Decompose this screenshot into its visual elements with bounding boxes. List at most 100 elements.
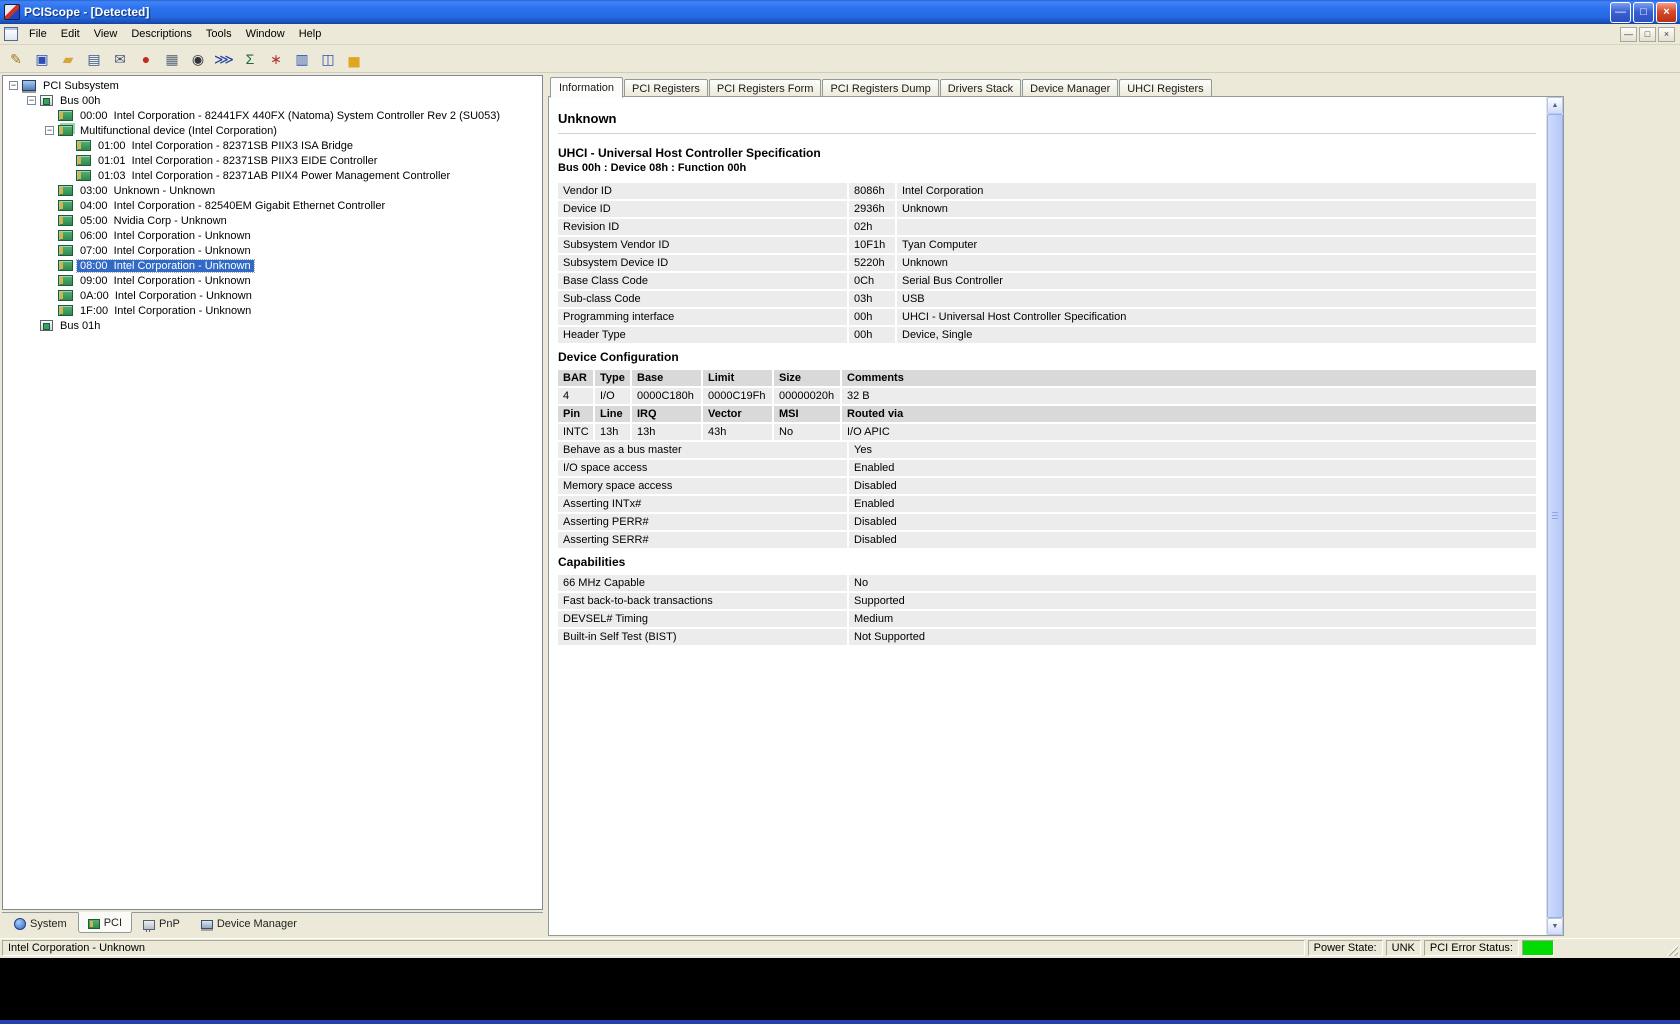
subsystem-tab[interactable]: PnP	[133, 913, 190, 934]
menu-item[interactable]: Window	[239, 24, 292, 44]
tree-item[interactable]: Multifunctional device (Intel Corporatio…	[3, 123, 542, 138]
titlebar[interactable]: PCIScope - [Detected] — □ ×	[0, 0, 1680, 24]
menu-item[interactable]: Help	[292, 24, 329, 44]
tree-item[interactable]: PCI Subsystem	[3, 78, 542, 93]
resize-grip[interactable]	[1664, 942, 1678, 956]
registers-icon[interactable]: Σ	[238, 47, 262, 70]
tree-item[interactable]: 09:00 Intel Corporation - Unknown	[3, 273, 542, 288]
tree-view-icon[interactable]: ∗	[264, 47, 288, 70]
info-label: Base Class Code	[558, 273, 847, 289]
tree-item[interactable]: 08:00 Intel Corporation - Unknown	[3, 258, 542, 273]
expand-toggle-icon[interactable]	[27, 96, 36, 105]
document-icon[interactable]	[4, 27, 18, 41]
record-icon[interactable]: ●	[134, 47, 158, 70]
cell: 13h	[632, 424, 701, 440]
tree-item[interactable]: 01:03 Intel Corporation - 82371AB PIIX4 …	[3, 168, 542, 183]
device-icon	[58, 275, 73, 286]
view-tab[interactable]: Information	[550, 77, 623, 98]
info-value: 00h	[849, 309, 895, 325]
tree-item[interactable]: 00:00 Intel Corporation - 82441FX 440FX …	[3, 108, 542, 123]
send-mail-icon[interactable]: ✉	[108, 47, 132, 70]
tree-item[interactable]: 01:00 Intel Corporation - 82371SB PIIX3 …	[3, 138, 542, 153]
copy-icon[interactable]: ▤	[82, 47, 106, 70]
info-description: UHCI - Universal Host Controller Specifi…	[897, 309, 1536, 325]
info-value: 10F1h	[849, 237, 895, 253]
tree-item[interactable]: Bus 01h	[3, 318, 542, 333]
vertical-scrollbar	[1546, 97, 1563, 935]
tree-item[interactable]: Bus 00h	[3, 93, 542, 108]
menu-item[interactable]: Descriptions	[124, 24, 199, 44]
cell: 43h	[703, 424, 772, 440]
view-tab[interactable]: PCI Registers	[624, 79, 708, 97]
tree-item-label: PCI Subsystem	[40, 80, 122, 92]
main-area: PCI Subsystem Bus 00h 00:00 Intel Cor	[0, 73, 1680, 938]
device-icon	[58, 185, 73, 196]
expand-toggle-icon[interactable]	[45, 126, 54, 135]
view-tab[interactable]: PCI Registers Form	[709, 79, 822, 97]
window-icon[interactable]: ◫	[316, 47, 340, 70]
open-icon[interactable]: ▰	[56, 47, 80, 70]
col-header: BAR	[558, 370, 593, 386]
tree-item[interactable]: 06:00 Intel Corporation - Unknown	[3, 228, 542, 243]
grid-icon[interactable]: ▦	[160, 47, 184, 70]
power-state-label: Power State:	[1308, 940, 1383, 956]
device-icon	[58, 200, 73, 211]
info-value: 03h	[849, 291, 895, 307]
view-tab[interactable]: UHCI Registers	[1119, 79, 1211, 97]
compare-icon[interactable]: ⋙	[212, 47, 236, 70]
tree-item[interactable]: 03:00 Unknown - Unknown	[3, 183, 542, 198]
device-subtitle: UHCI - Universal Host Controller Specifi…	[558, 146, 1536, 160]
flag-value: Disabled	[849, 514, 1536, 530]
col-header: Pin	[558, 406, 593, 422]
col-header: Routed via	[842, 406, 1536, 422]
device-info-table: Vendor ID 8086h Intel Corporation Device…	[558, 183, 1536, 343]
tab-label: PnP	[159, 918, 180, 930]
view-tab[interactable]: Drivers Stack	[940, 79, 1021, 97]
tree-item[interactable]: 0A:00 Intel Corporation - Unknown	[3, 288, 542, 303]
scroll-up-icon[interactable]	[1547, 97, 1563, 114]
tree-item[interactable]: 07:00 Intel Corporation - Unknown	[3, 243, 542, 258]
view-tab[interactable]: Device Manager	[1022, 79, 1118, 97]
tree-item[interactable]: 1F:00 Intel Corporation - Unknown	[3, 303, 542, 318]
menu-item[interactable]: Tools	[199, 24, 239, 44]
info-value: 5220h	[849, 255, 895, 271]
preview-icon[interactable]: ◉	[186, 47, 210, 70]
device-icon	[58, 110, 73, 121]
view-tab[interactable]: PCI Registers Dump	[822, 79, 938, 97]
capability-value: Not Supported	[849, 629, 1536, 645]
menu-item[interactable]: Edit	[54, 24, 87, 44]
expand-toggle-icon[interactable]	[9, 81, 18, 90]
scrollbar-thumb[interactable]	[1547, 114, 1563, 918]
mdi-restore-button[interactable]: □	[1639, 27, 1656, 42]
cell: I/O APIC	[842, 424, 1536, 440]
scroll-down-icon[interactable]	[1547, 918, 1563, 935]
close-button[interactable]: ×	[1656, 2, 1677, 23]
menu-item[interactable]: File	[22, 24, 54, 44]
tree-item[interactable]: 05:00 Nvidia Corp - Unknown	[3, 213, 542, 228]
mdi-close-button[interactable]: ×	[1658, 27, 1675, 42]
window-controls: — □ ×	[1610, 2, 1677, 23]
info-value: 8086h	[849, 183, 895, 199]
minimize-button[interactable]: —	[1610, 2, 1631, 23]
save-icon[interactable]: ▣	[30, 47, 54, 70]
capability-row: 66 MHz Capable No	[558, 575, 1536, 591]
view-tab-label: Device Manager	[1030, 83, 1110, 95]
columns-icon[interactable]: ▥	[290, 47, 314, 70]
mdi-minimize-button[interactable]: —	[1620, 27, 1637, 42]
subsystem-tab[interactable]: System	[4, 913, 77, 934]
device-icon	[58, 290, 73, 301]
menu-item[interactable]: View	[87, 24, 125, 44]
maximize-button[interactable]: □	[1633, 2, 1654, 23]
tree-item[interactable]: 01:01 Intel Corporation - 82371SB PIIX3 …	[3, 153, 542, 168]
chart-icon[interactable]: ▅	[342, 47, 366, 70]
device-icon	[58, 125, 73, 136]
subsystem-tab[interactable]: Device Manager	[191, 913, 307, 934]
capability-label: Built-in Self Test (BIST)	[558, 629, 847, 645]
col-header: IRQ	[632, 406, 701, 422]
edit-report-icon[interactable]: ✎	[4, 47, 28, 70]
tree-item[interactable]: 04:00 Intel Corporation - 82540EM Gigabi…	[3, 198, 542, 213]
info-row: Subsystem Vendor ID 10F1h Tyan Computer	[558, 237, 1536, 253]
cell: No	[774, 424, 840, 440]
subsystem-tab[interactable]: PCI	[78, 912, 132, 933]
info-label: Revision ID	[558, 219, 847, 235]
